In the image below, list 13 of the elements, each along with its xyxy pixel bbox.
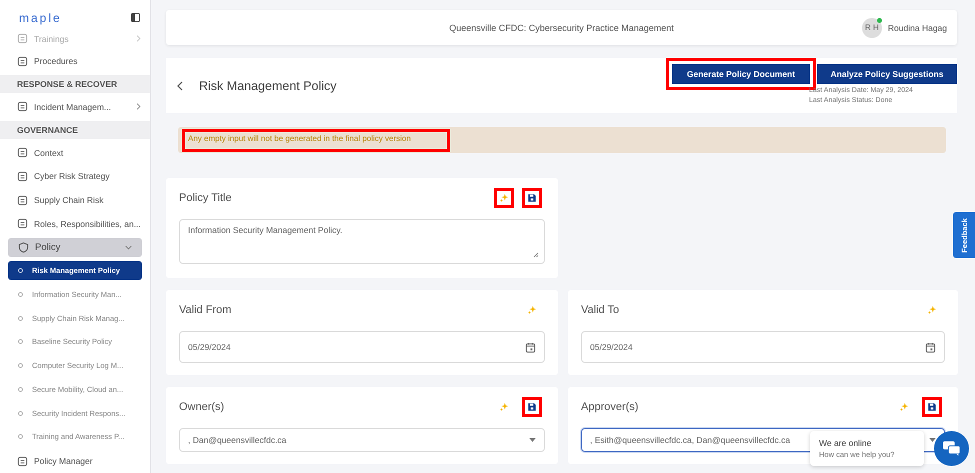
section-header: GOVERNANCE — [0, 120, 150, 139]
field-label: Owner(s) — [179, 401, 224, 413]
section-header: RESPONSE & RECOVER — [0, 75, 150, 94]
field-label: Valid To — [581, 304, 620, 316]
field-label: Policy Title — [179, 192, 232, 204]
user-name: Roudina Hagag — [888, 22, 947, 32]
page-title: Risk Management Policy — [199, 78, 337, 92]
alert-text: Any empty input will not be generated in the final policy version — [182, 128, 450, 152]
app-title: Queensville CFDC: Cybersecurity Practice Management — [449, 22, 674, 32]
field-label: Approver(s) — [581, 401, 638, 413]
field-label: Valid From — [179, 304, 232, 316]
logo: maple — [19, 10, 62, 25]
chat-title: We are online — [819, 438, 872, 448]
